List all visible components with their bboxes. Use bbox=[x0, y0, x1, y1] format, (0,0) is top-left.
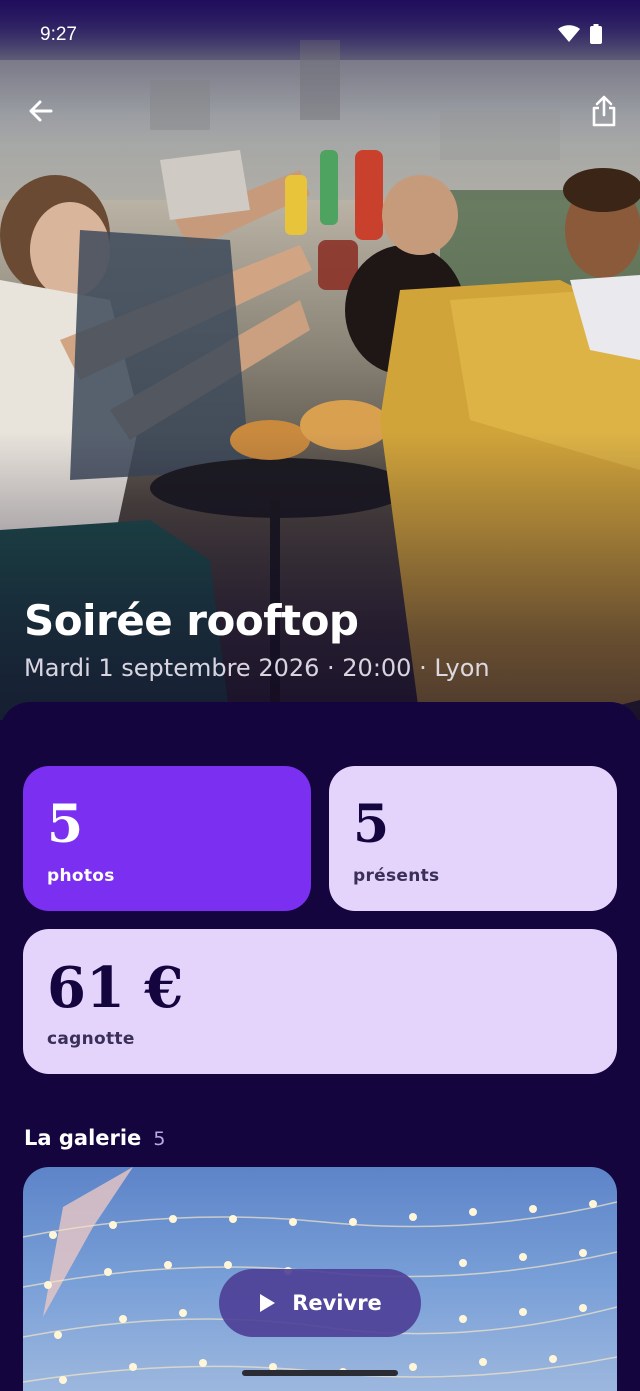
wifi-icon bbox=[558, 25, 580, 42]
event-cover-photo: 9:27 Soirée rooftop Mardi 1 septembre 20… bbox=[0, 0, 640, 720]
event-details: Mardi 1 septembre 2026 · 20:00 · Lyon bbox=[24, 654, 490, 682]
battery-icon bbox=[590, 24, 602, 44]
attendees-count: 5 bbox=[353, 794, 390, 855]
status-bar: 9:27 bbox=[0, 0, 640, 70]
gallery-title: La galerie bbox=[24, 1126, 142, 1150]
pot-label: cagnotte bbox=[47, 1029, 135, 1049]
attendees-label: présents bbox=[353, 866, 440, 886]
gallery-preview[interactable]: Revivre bbox=[23, 1167, 617, 1391]
replay-label: Revivre bbox=[292, 1291, 382, 1315]
status-time: 9:27 bbox=[40, 24, 77, 45]
event-summary-sheet: 5 photos 5 présents 61 € cagnotte La gal… bbox=[0, 702, 640, 1391]
attendees-stat-card[interactable]: 5 présents bbox=[329, 766, 617, 911]
event-title: Soirée rooftop bbox=[24, 596, 359, 645]
back-button[interactable] bbox=[17, 87, 65, 135]
share-button[interactable] bbox=[580, 87, 628, 135]
arrow-left-icon bbox=[29, 100, 53, 122]
play-icon bbox=[260, 1294, 276, 1312]
gallery-header: La galerie 5 bbox=[24, 1126, 165, 1150]
gallery-count: 5 bbox=[153, 1128, 166, 1150]
pot-amount: 61 € bbox=[47, 955, 184, 1021]
pot-stat-card[interactable]: 61 € cagnotte bbox=[23, 929, 617, 1074]
photos-count: 5 bbox=[47, 794, 84, 855]
status-icons bbox=[558, 24, 602, 44]
replay-button[interactable]: Revivre bbox=[219, 1269, 421, 1337]
share-icon bbox=[592, 95, 616, 127]
photos-stat-card[interactable]: 5 photos bbox=[23, 766, 311, 911]
home-indicator[interactable] bbox=[242, 1370, 398, 1376]
photos-label: photos bbox=[47, 866, 115, 886]
